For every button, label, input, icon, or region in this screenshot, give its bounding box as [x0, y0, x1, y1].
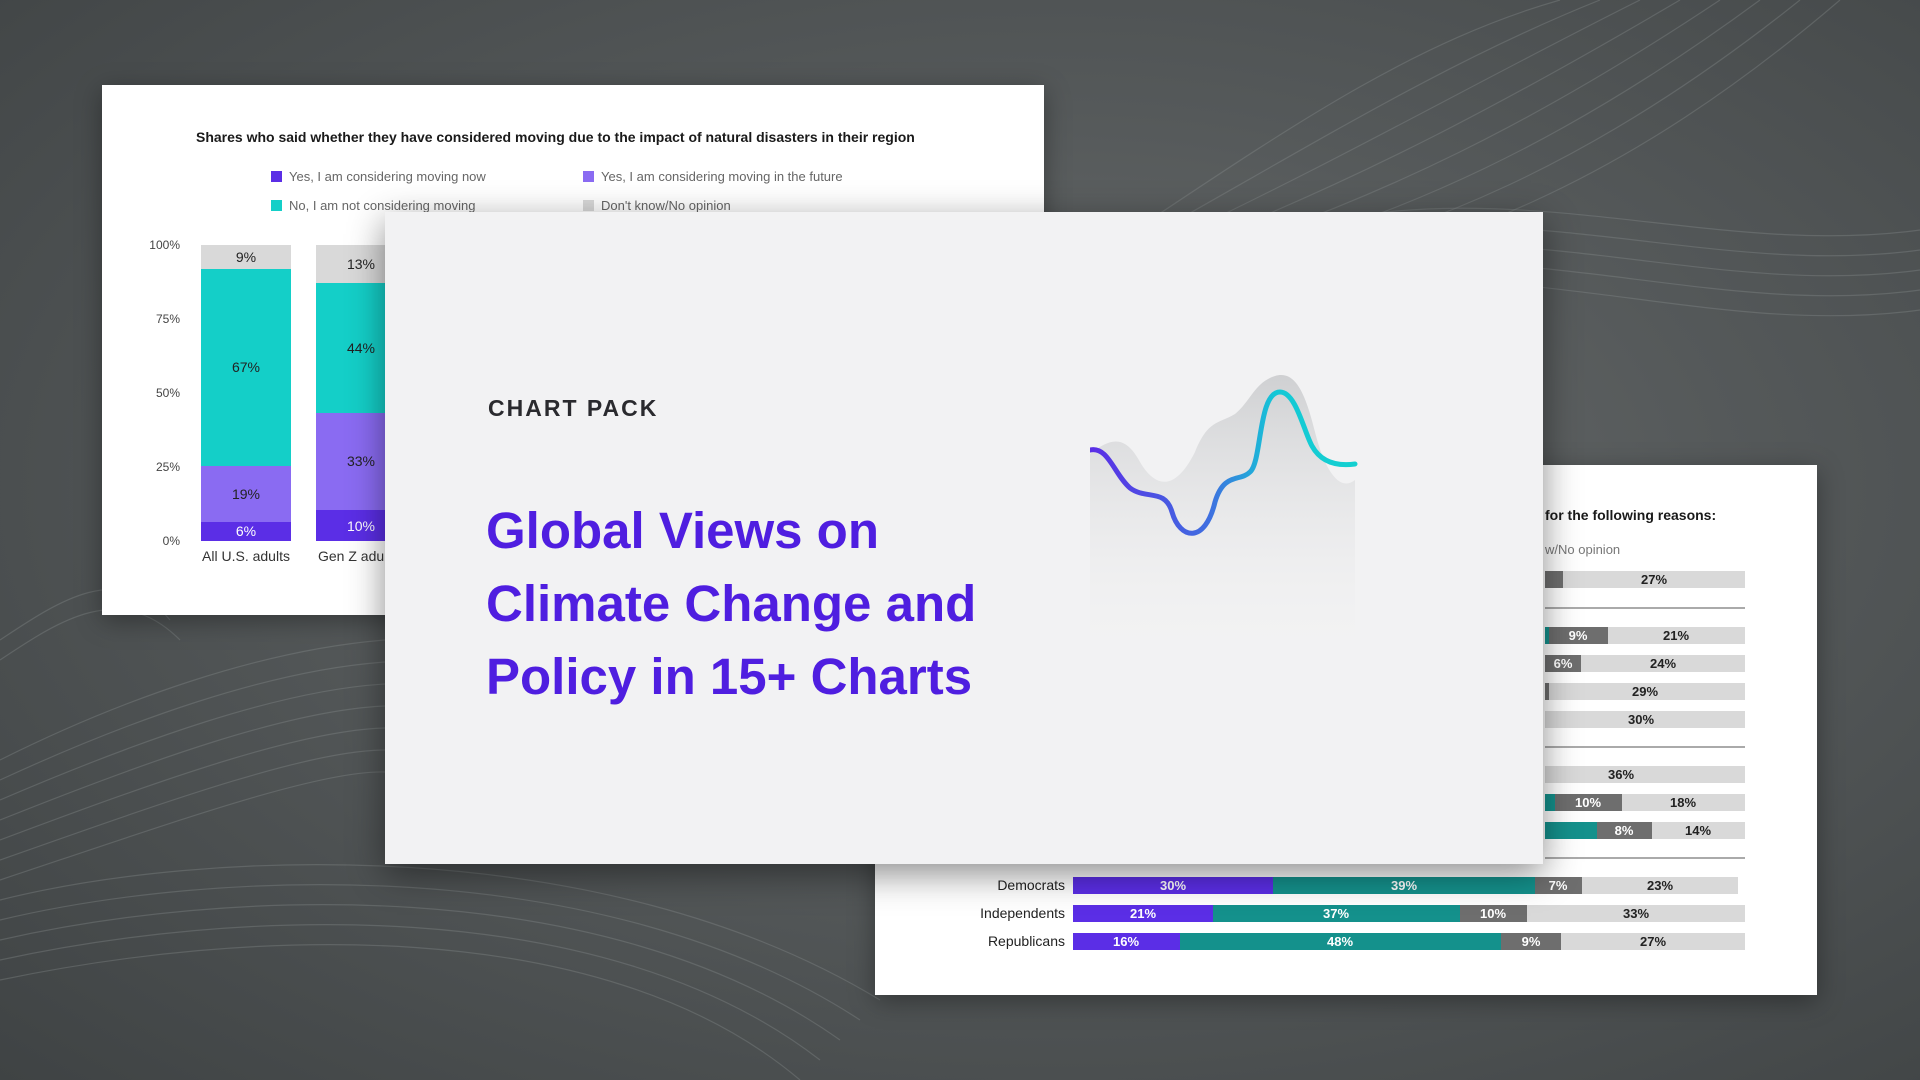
bar-value-label: 21% — [1130, 906, 1156, 921]
legend-label: Don't know/No opinion — [601, 198, 731, 213]
bar-category-label: All U.S. adults — [202, 548, 290, 564]
y-tick-label: 25% — [156, 460, 180, 474]
legend-label: No, I am not considering moving — [289, 198, 475, 213]
bar-value-label: 44% — [347, 340, 375, 356]
bar-value-label: 48% — [1327, 934, 1353, 949]
bar-value-label: 37% — [1323, 906, 1349, 921]
bar-value-label: 16% — [1113, 934, 1139, 949]
legend-swatch — [583, 200, 594, 211]
legend-label: Yes, I am considering moving in the futu… — [601, 169, 843, 184]
bar-value-label: 33% — [1623, 906, 1649, 921]
right-chart-title: for the following reasons: — [1545, 507, 1716, 523]
left-chart-title: Shares who said whether they have consid… — [196, 129, 915, 145]
bar-value-label: 9% — [1569, 628, 1588, 643]
bar-segment — [1545, 822, 1597, 839]
bar-row-republicans: Republicans 16% 48% 9% 27% — [988, 933, 1745, 950]
bar-value-label: 36% — [1608, 767, 1634, 782]
sparkline-area — [1090, 375, 1355, 662]
bar-value-label: 14% — [1685, 823, 1711, 838]
bar-row-democrats: Democrats 30% 39% 7% 23% — [997, 877, 1738, 894]
left-bar-all-adults: 9% 67% 19% 6% All U.S. adults — [201, 245, 291, 564]
row-label: Independents — [980, 905, 1065, 921]
headline-line: Climate Change and — [486, 575, 977, 632]
bar-value-label: 6% — [1554, 656, 1573, 671]
bar-value-label: 10% — [347, 518, 375, 534]
bar-value-label: 7% — [1549, 878, 1568, 893]
y-tick-label: 75% — [156, 312, 180, 326]
bar-segment — [1545, 794, 1555, 811]
bar-value-label: 10% — [1480, 906, 1506, 921]
bar-value-label: 33% — [347, 453, 375, 469]
headline: Global Views on Climate Change and Polic… — [486, 494, 1046, 713]
legend-label: Yes, I am considering moving now — [289, 169, 486, 184]
bar-value-label: 10% — [1575, 795, 1601, 810]
sparkline-illustration — [1090, 375, 1358, 662]
bar-value-label: 9% — [1522, 934, 1541, 949]
bar-value-label: 19% — [232, 486, 260, 502]
legend-swatch — [583, 171, 594, 182]
bar-segment — [1545, 683, 1549, 700]
bar-value-label: 29% — [1632, 684, 1658, 699]
bar-value-label: 21% — [1663, 628, 1689, 643]
bar-value-label: 27% — [1640, 934, 1666, 949]
bar-value-label: 30% — [1628, 712, 1654, 727]
bar-row-independents: Independents 21% 37% 10% 33% — [980, 905, 1745, 922]
bar-category-label: Gen Z adu — [318, 548, 384, 564]
left-legend: Yes, I am considering moving now Yes, I … — [271, 169, 843, 213]
bar-value-label: 23% — [1647, 878, 1673, 893]
row-label: Republicans — [988, 933, 1065, 949]
bar-value-label: 24% — [1650, 656, 1676, 671]
eyebrow-label: CHART PACK — [488, 395, 659, 421]
bar-value-label: 18% — [1670, 795, 1696, 810]
headline-line: Policy in 15+ Charts — [486, 648, 973, 705]
right-legend-label: w/No opinion — [1544, 542, 1620, 557]
legend-swatch — [271, 200, 282, 211]
headline-line: Global Views on — [486, 502, 879, 559]
bar-segment — [1545, 627, 1549, 644]
bar-value-label: 13% — [347, 256, 375, 272]
legend-swatch — [271, 171, 282, 182]
bar-segment — [1545, 766, 1745, 783]
left-y-axis: 100% 75% 50% 25% 0% — [149, 238, 180, 548]
bar-value-label: 27% — [1641, 572, 1667, 587]
bar-value-label: 30% — [1160, 878, 1186, 893]
bar-value-label: 39% — [1391, 878, 1417, 893]
bar-segment — [1545, 571, 1563, 588]
y-tick-label: 100% — [149, 238, 180, 252]
bar-value-label: 9% — [236, 249, 256, 265]
chart-pack-cover-card: CHART PACK Global Views on Climate Chang… — [385, 212, 1543, 864]
bar-value-label: 6% — [236, 523, 256, 539]
y-tick-label: 0% — [163, 534, 181, 548]
y-tick-label: 50% — [156, 386, 180, 400]
bar-value-label: 67% — [232, 359, 260, 375]
row-label: Democrats — [997, 877, 1065, 893]
bar-value-label: 8% — [1615, 823, 1634, 838]
